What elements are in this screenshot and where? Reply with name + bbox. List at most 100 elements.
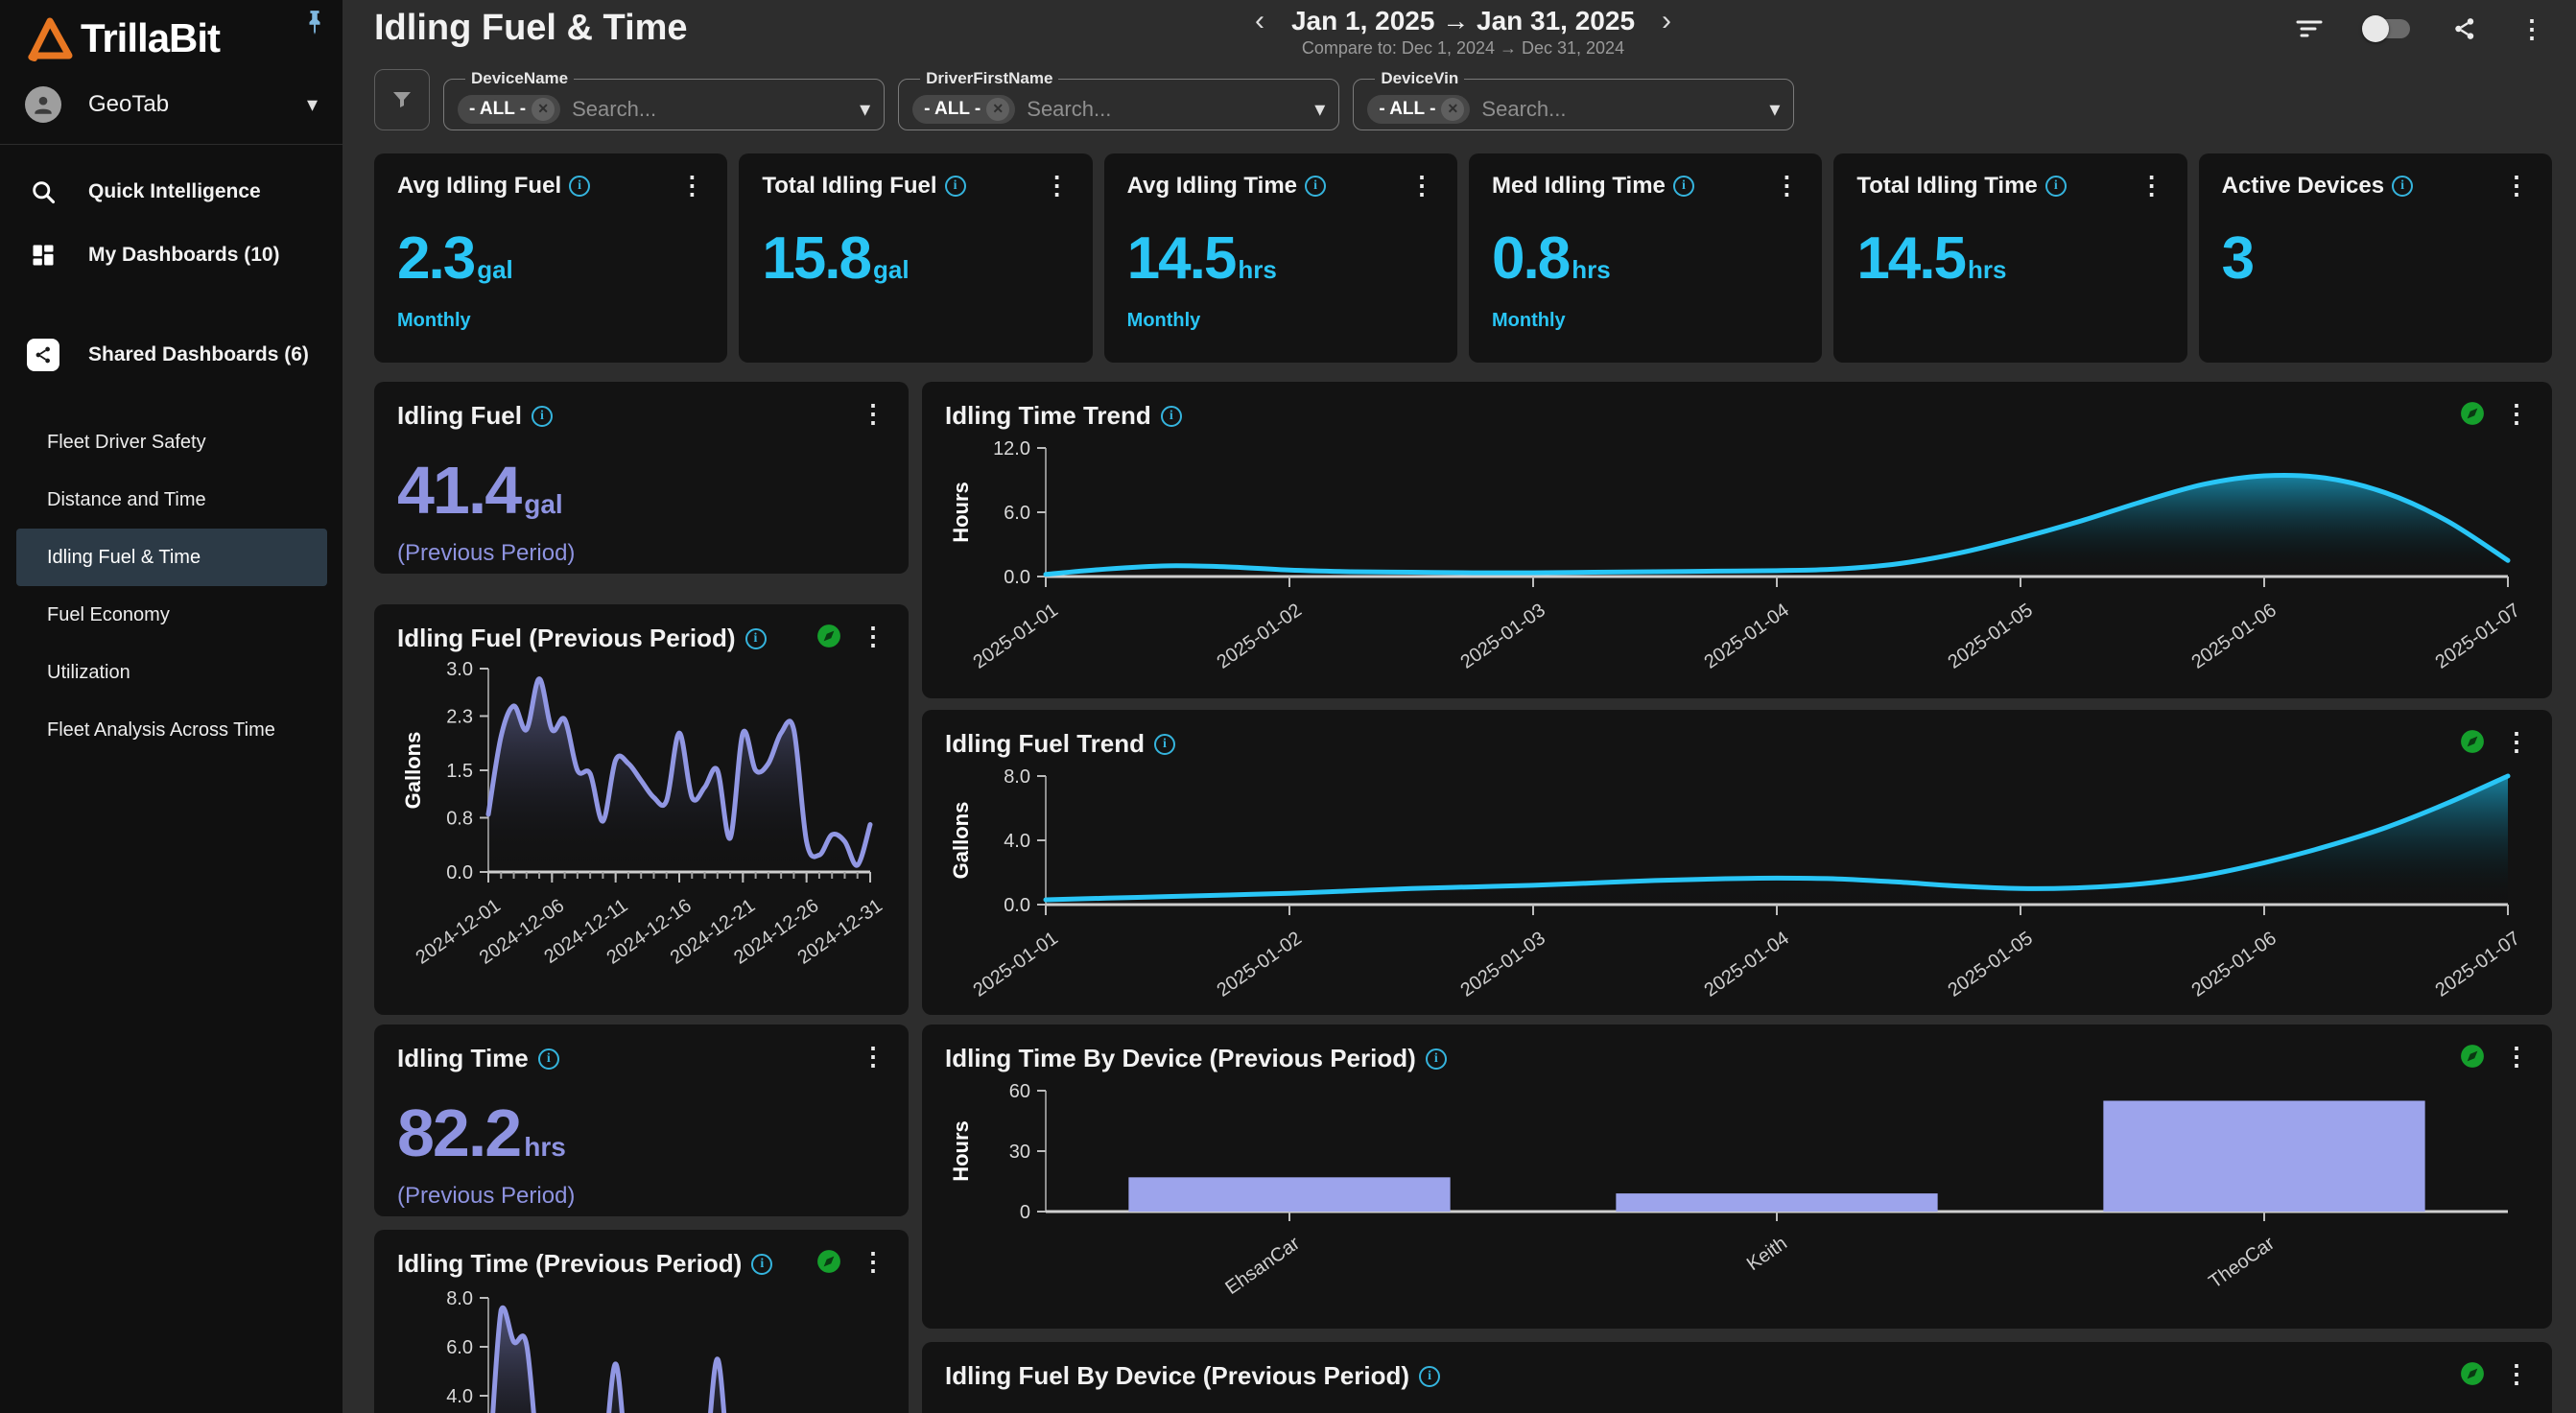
- kebab-menu-icon[interactable]: ⋮: [2504, 729, 2529, 754]
- info-icon[interactable]: i: [1673, 176, 1694, 197]
- chevron-down-icon[interactable]: ▾: [1314, 97, 1325, 122]
- sidebar-item-distance-and-time[interactable]: Distance and Time: [16, 471, 327, 529]
- chevron-down-icon[interactable]: ▾: [307, 92, 318, 117]
- theme-toggle[interactable]: [2366, 19, 2410, 38]
- chip-remove-icon[interactable]: ✕: [532, 98, 555, 121]
- svg-text:30: 30: [1009, 1142, 1030, 1163]
- pin-icon[interactable]: [304, 10, 325, 35]
- idling-fuel-previous-period-chart: 0.00.81.52.33.0Gallons2024-12-012024-12-…: [397, 655, 886, 979]
- kebab-menu-icon[interactable]: ⋮: [861, 401, 886, 426]
- info-icon[interactable]: i: [745, 628, 767, 649]
- sidebar-item-idling-fuel-time[interactable]: Idling Fuel & Time: [16, 529, 327, 586]
- kpi-avg-idling-fuel: Avg Idling Fueli⋮ 2.3gal Monthly: [374, 153, 727, 363]
- sidebar-item-my-dashboards[interactable]: My Dashboards (10): [0, 224, 343, 287]
- info-icon[interactable]: i: [1305, 176, 1326, 197]
- chip-label: - ALL -: [469, 99, 526, 120]
- kpi-value: 15.8: [762, 225, 870, 292]
- kebab-menu-icon[interactable]: ⋮: [861, 1249, 886, 1274]
- sidebar-item-quick-intelligence[interactable]: Quick Intelligence: [0, 160, 343, 224]
- date-navigator: ‹ Jan 1, 2025 → Jan 31, 2025 › Compare t…: [1251, 6, 1675, 59]
- kpi-unit: hrs: [1572, 255, 1610, 284]
- kebab-menu-icon[interactable]: ⋮: [2519, 16, 2544, 41]
- prev-period-button[interactable]: ‹: [1251, 7, 1268, 35]
- card-title: Idling Fuel By Device (Previous Period): [945, 1361, 1409, 1391]
- info-icon[interactable]: i: [1161, 406, 1182, 427]
- info-icon[interactable]: i: [532, 406, 553, 427]
- kebab-menu-icon[interactable]: ⋮: [679, 173, 704, 198]
- kpi-value: 3: [2222, 225, 2253, 292]
- kebab-menu-icon[interactable]: ⋮: [2504, 401, 2529, 426]
- kebab-menu-icon[interactable]: ⋮: [1774, 173, 1799, 198]
- share-icon[interactable]: [2452, 15, 2477, 42]
- filter-chip[interactable]: - ALL - ✕: [1367, 95, 1470, 124]
- idling-time-by-device-chart: 03060HoursEhsanCarKeithTheoCar: [945, 1077, 2529, 1303]
- top-actions: ⋮: [2295, 15, 2544, 42]
- next-period-button[interactable]: ›: [1658, 7, 1675, 35]
- dashboard-list: Fleet Driver Safety Distance and Time Id…: [0, 413, 343, 759]
- kpi-med-idling-time: Med Idling Timei⋮ 0.8hrs Monthly: [1469, 153, 1822, 363]
- info-icon[interactable]: i: [1426, 1048, 1447, 1070]
- idling-fuel-stat-card: Idling Fueli⋮ 41.4gal (Previous Period): [374, 382, 909, 574]
- info-icon[interactable]: i: [1419, 1366, 1440, 1387]
- logo-text: TrillaBit: [81, 15, 220, 61]
- svg-text:2025-01-07: 2025-01-07: [2431, 928, 2523, 1001]
- sidebar-item-fuel-economy[interactable]: Fuel Economy: [16, 586, 327, 644]
- kpi-total-idling-fuel: Total Idling Fueli⋮ 15.8gal: [739, 153, 1092, 363]
- chevron-down-icon[interactable]: ▾: [860, 97, 870, 122]
- info-icon[interactable]: i: [569, 176, 590, 197]
- chip-remove-icon[interactable]: ✕: [986, 98, 1009, 121]
- sidebar-item-fleet-analysis-across-time[interactable]: Fleet Analysis Across Time: [16, 701, 327, 759]
- sidebar-item-fleet-driver-safety[interactable]: Fleet Driver Safety: [16, 413, 327, 471]
- chevron-down-icon[interactable]: ▾: [1769, 97, 1780, 122]
- svg-text:2025-01-02: 2025-01-02: [1213, 928, 1305, 1001]
- kebab-menu-icon[interactable]: ⋮: [2504, 173, 2529, 198]
- status-badge-icon: [2460, 1361, 2485, 1386]
- sidebar-item-shared-dashboards[interactable]: Shared Dashboards (6): [0, 323, 343, 387]
- info-icon[interactable]: i: [2045, 176, 2067, 197]
- svg-text:0.0: 0.0: [1004, 567, 1030, 588]
- info-icon[interactable]: i: [751, 1254, 772, 1275]
- card-title: Idling Fuel: [397, 401, 522, 431]
- info-icon[interactable]: i: [538, 1048, 559, 1070]
- kebab-menu-icon[interactable]: ⋮: [1409, 173, 1434, 198]
- filter-chip[interactable]: - ALL - ✕: [458, 95, 560, 124]
- svg-text:2025-01-05: 2025-01-05: [1944, 928, 2036, 1001]
- filter-funnel-button[interactable]: [374, 69, 430, 130]
- svg-text:Keith: Keith: [1743, 1233, 1791, 1275]
- filter-search-input[interactable]: [1027, 97, 1303, 122]
- svg-text:60: 60: [1009, 1081, 1030, 1102]
- kpi-value: 14.5: [1127, 225, 1236, 292]
- card-title: Idling Fuel Trend: [945, 729, 1145, 759]
- info-icon[interactable]: i: [2392, 176, 2413, 197]
- filter-search-input[interactable]: [572, 97, 848, 122]
- filter-lines-icon[interactable]: [2295, 17, 2324, 40]
- kebab-menu-icon[interactable]: ⋮: [2504, 1044, 2529, 1069]
- info-icon[interactable]: i: [945, 176, 966, 197]
- dashboard-link-label: Fleet Analysis Across Time: [47, 719, 275, 742]
- sidebar-item-utilization[interactable]: Utilization: [16, 644, 327, 701]
- kpi-value: 0.8: [1492, 225, 1569, 292]
- filter-search-input[interactable]: [1481, 97, 1758, 122]
- filter-chip[interactable]: - ALL - ✕: [912, 95, 1015, 124]
- date-range[interactable]: Jan 1, 2025 → Jan 31, 2025: [1291, 6, 1635, 36]
- chip-remove-icon[interactable]: ✕: [1441, 98, 1464, 121]
- stat-value: 82.2: [397, 1095, 520, 1170]
- kpi-title: Total Idling Fuel: [762, 173, 936, 200]
- kebab-menu-icon[interactable]: ⋮: [2504, 1361, 2529, 1386]
- idling-time-trend-card: Idling Time Trendi ⋮ 0.06.012.0Hours2025…: [922, 382, 2552, 698]
- kebab-menu-icon[interactable]: ⋮: [1045, 173, 1070, 198]
- kebab-menu-icon[interactable]: ⋮: [861, 624, 886, 648]
- chip-label: - ALL -: [924, 99, 981, 120]
- kebab-menu-icon[interactable]: ⋮: [2139, 173, 2164, 198]
- info-icon[interactable]: i: [1154, 734, 1175, 755]
- sidebar-item-label: Quick Intelligence: [88, 180, 261, 203]
- svg-text:12.0: 12.0: [993, 438, 1030, 459]
- row-2: Idling Fueli⋮ 41.4gal (Previous Period) …: [374, 382, 2552, 1015]
- kpi-sublabel: Monthly: [397, 310, 704, 332]
- kpi-active-devices: Active Devicesi⋮ 3: [2199, 153, 2552, 363]
- status-badge-icon: [2460, 401, 2485, 426]
- kpi-unit: gal: [477, 255, 513, 284]
- kebab-menu-icon[interactable]: ⋮: [861, 1044, 886, 1069]
- workspace-selector[interactable]: GeoTab ▾: [0, 71, 343, 144]
- svg-text:2.3: 2.3: [446, 706, 473, 727]
